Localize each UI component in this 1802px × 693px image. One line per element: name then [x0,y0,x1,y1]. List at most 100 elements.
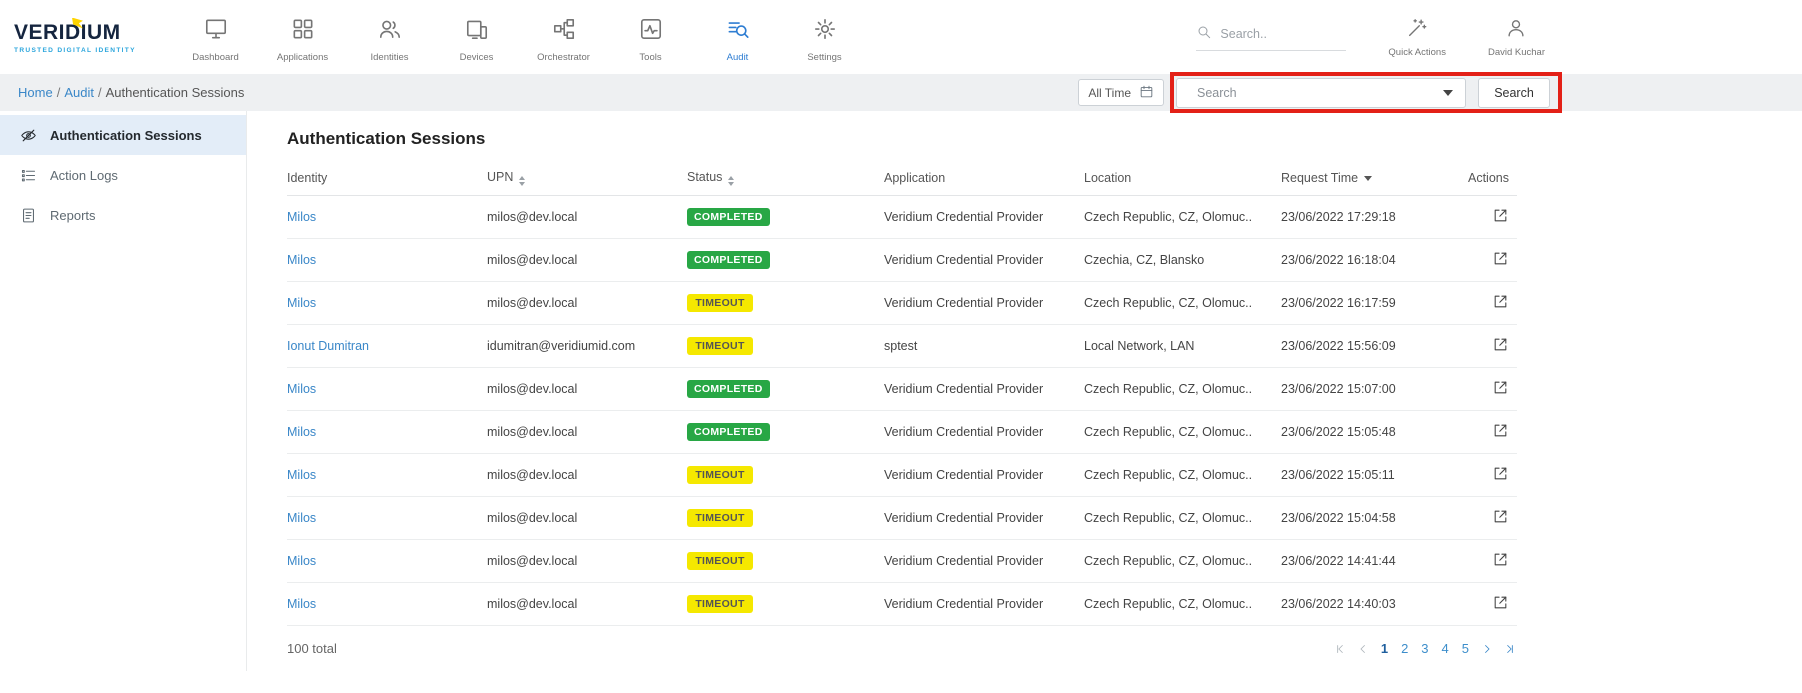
open-session-button[interactable] [1492,336,1509,356]
pg-last-button[interactable] [1503,642,1517,656]
cell-identity: Milos [287,540,487,583]
sessions-eye-icon [20,127,37,144]
nav-item-settings[interactable]: Settings [781,12,868,63]
page-number-4[interactable]: 4 [1440,641,1451,656]
nav-item-label: Orchestrator [520,52,607,63]
cell-request-time: 23/06/2022 16:18:04 [1281,239,1462,282]
identity-link[interactable]: Milos [287,511,316,525]
pg-next-icon [1480,642,1494,656]
cell-location: Local Network, LAN [1084,325,1281,368]
table-row: Milosmilos@dev.localTIMEOUTVeridium Cred… [287,282,1517,325]
nav-item-orchestrator[interactable]: Orchestrator [520,12,607,63]
search-type-select[interactable]: Search [1176,78,1466,108]
open-session-button[interactable] [1492,207,1509,227]
breadcrumb: Home/Audit/Authentication Sessions [14,84,248,102]
user-menu[interactable]: David Kuchar [1488,17,1545,58]
global-search[interactable] [1196,24,1346,51]
column-header-upn[interactable]: UPN [487,161,687,196]
nav-item-tools[interactable]: Tools [607,12,694,63]
open-session-button[interactable] [1492,508,1509,528]
identity-link[interactable]: Milos [287,210,316,224]
cell-application: sptest [884,325,1084,368]
page-number-2[interactable]: 2 [1399,641,1410,656]
nav-item-dashboard[interactable]: Dashboard [172,12,259,63]
sort-desc-icon [1364,176,1372,181]
page-number-5[interactable]: 5 [1460,641,1471,656]
cell-request-time: 23/06/2022 15:56:09 [1281,325,1462,368]
time-filter-label: All Time [1088,86,1131,100]
cell-actions [1462,583,1517,626]
identity-link[interactable]: Milos [287,425,316,439]
open-session-icon [1492,465,1509,482]
nav-item-label: Applications [259,52,346,63]
global-search-input[interactable] [1220,27,1330,41]
open-session-button[interactable] [1492,293,1509,313]
chevron-down-icon [1443,90,1453,96]
sidebar-item-action-logs[interactable]: Action Logs [0,155,246,195]
page-title: Authentication Sessions [287,129,1802,149]
status-badge: TIMEOUT [687,552,753,570]
pg-prev-button[interactable] [1356,642,1370,656]
identity-link[interactable]: Milos [287,468,316,482]
column-label: Location [1084,171,1131,185]
quick-actions-button[interactable]: Quick Actions [1388,17,1446,58]
open-session-button[interactable] [1492,422,1509,442]
status-badge: COMPLETED [687,380,770,398]
nav-item-applications[interactable]: Applications [259,12,346,63]
identity-link[interactable]: Milos [287,554,316,568]
nav-item-label: Dashboard [172,52,259,63]
user-icon [1505,26,1527,43]
pg-first-button[interactable] [1333,642,1347,656]
nav-item-devices[interactable]: Devices [433,12,520,63]
user-name-label: David Kuchar [1488,47,1545,58]
open-session-button[interactable] [1492,379,1509,399]
nav-item-audit[interactable]: Audit [694,12,781,63]
reports-icon [20,207,37,224]
search-button[interactable]: Search [1478,78,1550,108]
cell-actions [1462,239,1517,282]
page-number-3[interactable]: 3 [1419,641,1430,656]
sidebar-item-authentication-sessions[interactable]: Authentication Sessions [0,115,246,155]
cell-actions [1462,497,1517,540]
table-row: Ionut Dumitranidumitran@veridiumid.comTI… [287,325,1517,368]
identity-link[interactable]: Milos [287,253,316,267]
open-session-button[interactable] [1492,250,1509,270]
quick-actions-label: Quick Actions [1388,47,1446,58]
breadcrumb-item-audit[interactable]: Audit [64,85,94,100]
pg-next-button[interactable] [1480,642,1494,656]
cell-status: TIMEOUT [687,583,884,626]
page-number-1[interactable]: 1 [1379,641,1390,656]
identity-link[interactable]: Milos [287,296,316,310]
time-filter-button[interactable]: All Time [1078,79,1164,106]
cell-identity: Milos [287,368,487,411]
cell-status: TIMEOUT [687,540,884,583]
column-header-status[interactable]: Status [687,161,884,196]
cell-actions [1462,411,1517,454]
cell-identity: Milos [287,583,487,626]
open-session-button[interactable] [1492,465,1509,485]
cell-application: Veridium Credential Provider [884,583,1084,626]
column-header-actions: Actions [1462,161,1517,196]
table-row: Milosmilos@dev.localTIMEOUTVeridium Cred… [287,583,1517,626]
open-session-button[interactable] [1492,594,1509,614]
cell-application: Veridium Credential Provider [884,196,1084,239]
identity-link[interactable]: Milos [287,382,316,396]
open-session-button[interactable] [1492,551,1509,571]
main-panel: Authentication Sessions IdentityUPNStatu… [247,111,1802,671]
top-bar: VERIDIUM TRUSTED DIGITAL IDENTITY Dashbo… [0,0,1802,74]
nav-item-identities[interactable]: Identities [346,12,433,63]
open-session-icon [1492,336,1509,353]
column-header-request-time[interactable]: Request Time [1281,161,1462,196]
cell-request-time: 23/06/2022 14:40:03 [1281,583,1462,626]
cell-request-time: 23/06/2022 15:07:00 [1281,368,1462,411]
user-icon [1505,17,1527,39]
cell-application: Veridium Credential Provider [884,540,1084,583]
cell-identity: Milos [287,411,487,454]
identity-link[interactable]: Milos [287,597,316,611]
cell-identity: Milos [287,497,487,540]
identity-link[interactable]: Ionut Dumitran [287,339,369,353]
sidebar-item-reports[interactable]: Reports [0,195,246,235]
breadcrumb-item-home[interactable]: Home [18,85,53,100]
filter-controls: All Time Search Search [1078,78,1550,108]
cell-upn: milos@dev.local [487,239,687,282]
